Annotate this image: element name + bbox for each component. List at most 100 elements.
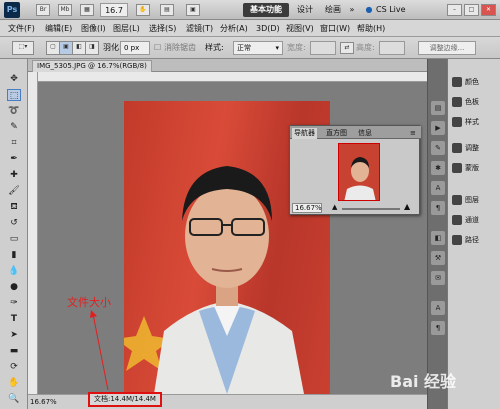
3d-rotate-tool-icon[interactable]: ⟳ <box>7 361 21 373</box>
history-brush-tool-icon[interactable]: ↺ <box>7 217 21 229</box>
actions-icon[interactable]: ▶ <box>431 121 445 135</box>
gradient-tool-icon[interactable]: ▮ <box>7 249 21 261</box>
menu-image[interactable]: 图像(I) <box>81 22 106 35</box>
workspace-painting-button[interactable]: 绘画 <box>322 3 344 17</box>
eraser-tool-icon[interactable]: ▭ <box>7 233 21 245</box>
style-label: 样式: <box>205 43 224 52</box>
intersect-selection-icon[interactable]: ◨ <box>85 41 99 55</box>
panel-menu-icon[interactable]: ≡ <box>408 128 418 139</box>
antialias-checkbox[interactable]: ☐ <box>154 41 161 54</box>
chevron-down-icon: ▾ <box>275 44 279 52</box>
subtract-selection-icon[interactable]: ◧ <box>72 41 86 55</box>
height-input[interactable] <box>379 41 405 55</box>
healing-brush-tool-icon[interactable]: ✚ <box>7 169 21 181</box>
move-tool-icon[interactable]: ✥ <box>7 73 21 85</box>
type-tool-icon[interactable]: T <box>7 313 21 325</box>
clone-source-icon[interactable]: ✱ <box>431 161 445 175</box>
screen-mode-icon[interactable]: ▣ <box>186 4 200 16</box>
menu-window[interactable]: 窗口(W) <box>320 22 350 35</box>
zoom-in-icon[interactable]: ▲ <box>404 202 410 211</box>
notes-icon[interactable]: ✉ <box>431 271 445 285</box>
cs-live-button[interactable]: CS Live <box>376 3 416 17</box>
vertical-ruler[interactable] <box>28 72 38 394</box>
style-select[interactable]: 正常 ▾ <box>233 41 283 55</box>
paragraph-panel-icon[interactable]: ¶ <box>431 321 445 335</box>
history-icon[interactable]: ▤ <box>431 101 445 115</box>
brush-presets-icon[interactable]: ✎ <box>431 141 445 155</box>
document-tab[interactable]: IMG_5305.JPG @ 16.7%(RGB/8) <box>32 60 152 72</box>
tool-preset-picker[interactable]: ⬚▾ <box>12 41 34 55</box>
menu-view[interactable]: 视图(V) <box>286 22 314 35</box>
path-selection-tool-icon[interactable]: ➤ <box>7 329 21 341</box>
navigator-zoom-field[interactable]: 16.67% <box>292 203 322 213</box>
panel-masks[interactable]: 蒙版 <box>452 161 479 175</box>
menu-analysis[interactable]: 分析(A) <box>220 22 248 35</box>
menu-edit[interactable]: 编辑(E) <box>45 22 72 35</box>
add-selection-icon[interactable]: ▣ <box>59 41 73 55</box>
dodge-tool-icon[interactable]: ● <box>7 281 21 293</box>
panel-swatches-label: 色板 <box>465 98 479 106</box>
paths-icon <box>452 235 462 245</box>
swap-dimensions-icon[interactable]: ⇄ <box>340 42 354 54</box>
maximize-button[interactable]: □ <box>464 4 479 16</box>
tab-info[interactable]: 信息 <box>356 128 374 139</box>
pen-tool-icon[interactable]: ✑ <box>7 297 21 309</box>
zoom-level-select[interactable]: 16.7 <box>100 3 128 17</box>
zoom-tool-icon[interactable]: 🔍 <box>7 393 21 405</box>
menu-filter[interactable]: 滤镜(T) <box>186 22 213 35</box>
feather-input[interactable] <box>120 41 150 55</box>
panel-channels[interactable]: 通道 <box>452 213 479 227</box>
hand-icon[interactable]: ✋ <box>136 4 150 16</box>
view-extras-button[interactable]: ▦ <box>80 4 94 16</box>
panel-paths[interactable]: 路径 <box>452 233 479 247</box>
crop-tool-icon[interactable]: ⌗ <box>7 137 21 149</box>
lasso-tool-icon[interactable]: ➰ <box>7 105 21 117</box>
shape-tool-icon[interactable]: ▬ <box>7 345 21 357</box>
panel-styles[interactable]: 样式 <box>452 115 479 129</box>
status-zoom-field[interactable]: 16.67% <box>30 397 60 407</box>
tab-histogram[interactable]: 直方图 <box>324 128 349 139</box>
arrange-documents-icon[interactable]: ▤ <box>160 4 174 16</box>
tool-presets-icon[interactable]: ⚒ <box>431 251 445 265</box>
menu-layer[interactable]: 图层(L) <box>113 22 140 35</box>
refine-edge-button[interactable]: 调整边缘... <box>418 41 476 55</box>
workspace-more-icon[interactable]: » <box>347 3 357 17</box>
minibridge-button[interactable]: Mb <box>58 4 72 16</box>
menu-3d[interactable]: 3D(D) <box>256 22 280 35</box>
menu-select[interactable]: 选择(S) <box>149 22 176 35</box>
paragraph-icon[interactable]: ¶ <box>431 201 445 215</box>
text-tool-panel-icon[interactable]: A <box>431 301 445 315</box>
workspace-design-button[interactable]: 设计 <box>294 3 316 17</box>
navigator-thumbnail[interactable] <box>338 143 380 201</box>
bridge-button[interactable]: Br <box>36 4 50 16</box>
panel-layers[interactable]: 图层 <box>452 193 479 207</box>
horizontal-ruler[interactable] <box>38 72 427 82</box>
close-button[interactable]: ✕ <box>481 4 496 16</box>
character-icon[interactable]: A <box>431 181 445 195</box>
zoom-out-icon[interactable]: ▲ <box>332 203 337 211</box>
menu-help[interactable]: 帮助(H) <box>357 22 385 35</box>
blur-tool-icon[interactable]: 💧 <box>7 265 21 277</box>
navigator-zoom-slider[interactable] <box>342 208 400 210</box>
panel-color[interactable]: 颜色 <box>452 75 479 89</box>
document-size-info[interactable]: 文档:14.4M/14.4M <box>88 392 162 407</box>
eyedropper-tool-icon[interactable]: ✒ <box>7 153 21 165</box>
photoshop-logo-icon: Ps <box>4 2 20 18</box>
new-selection-icon[interactable]: ▢ <box>46 41 60 55</box>
quick-selection-tool-icon[interactable]: ✎ <box>7 121 21 133</box>
workspace-essentials-button[interactable]: 基本功能 <box>243 3 289 17</box>
width-label: 宽度: <box>287 43 306 52</box>
hand-tool-icon[interactable]: ✋ <box>7 377 21 389</box>
marquee-tool-icon[interactable]: ⬚ <box>7 89 21 101</box>
panel-swatches[interactable]: 色板 <box>452 95 479 109</box>
layer-comps-icon[interactable]: ◧ <box>431 231 445 245</box>
width-input[interactable] <box>310 41 336 55</box>
panel-adjustments[interactable]: 调整 <box>452 141 479 155</box>
clone-stamp-tool-icon[interactable]: ⛾ <box>7 201 21 213</box>
masks-icon <box>452 163 462 173</box>
tab-navigator[interactable]: 导航器 <box>292 128 317 139</box>
brush-tool-icon[interactable]: 🖌 <box>7 185 21 197</box>
panel-paths-label: 路径 <box>465 236 479 244</box>
menu-file[interactable]: 文件(F) <box>8 22 35 35</box>
minimize-button[interactable]: – <box>447 4 462 16</box>
